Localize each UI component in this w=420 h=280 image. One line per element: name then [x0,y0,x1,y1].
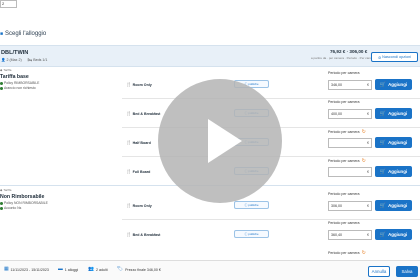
meal-label: 🍴 Room Only [126,82,152,87]
period-label: Periodo per camera [328,71,360,75]
bed-icon: ▬ [58,267,63,272]
fork-knife-icon: 🍴 [126,111,132,116]
fork-knife-icon: 🍴 [126,169,132,174]
refresh-icon[interactable]: ↻ [362,158,366,164]
price-input[interactable]: € [328,138,372,148]
room-header: DBL/TWIN 👤 2 (Max 2) 🛏 Beds 1/1 76,92 € · … [0,45,420,67]
capacity: 👤 2 (Max 2) [1,58,22,62]
cart-icon: 🛒 [379,110,387,117]
board-row: Periodo per camera ↻ [0,249,420,260]
info-icon: ⓘ [244,232,248,236]
meal-label: 🍴 Bed & Breakfast [126,111,161,116]
guests-chip: 👥 2 adulti [88,267,108,272]
fork-knife-icon: 🍴 [126,82,132,87]
fork-knife-icon: 🍴 [126,203,132,208]
currency-symbol: € [367,170,369,174]
section-title-label: Scegli l'alloggio [5,31,47,37]
price-input[interactable]: 306,00 € [328,201,372,211]
price-chip: 🏷 Prezzo finale 346,00 € [117,267,161,272]
eye-off-icon: ⊘ [377,55,382,60]
period-label: Periodo per camera ↻ [328,250,366,256]
room-price-total: 76,92 € · 306,00 € [330,49,368,54]
room-meta: 👤 2 (Max 2) 🛏 Beds 1/1 [1,58,47,62]
refresh-icon[interactable]: ↻ [362,250,366,256]
period-label: Periodo per camera [328,100,360,104]
price-input[interactable]: 400,00 € [328,109,372,119]
calendar-icon: ▦ [4,267,9,272]
bed-icon: 🛏 [27,58,33,62]
cancel-button[interactable]: Annulla [368,266,390,277]
save-button[interactable]: Salva [396,266,418,277]
period-label: Periodo per camera ↻ [328,158,366,164]
refresh-icon[interactable]: ↻ [362,129,366,135]
meal-label: 🍴 Full Board [126,169,151,174]
cart-icon: 🛒 [379,139,387,146]
add-button[interactable]: 🛒 Aggiungi [375,79,412,90]
price-input[interactable]: € [328,167,372,177]
board-row: 🍴Bed & Breakfast ⓘpolitiche Periodo per … [0,220,420,249]
period-label: Periodo per camera ↻ [328,129,366,135]
cart-icon: 🛒 [379,168,387,175]
people-icon: 👥 [88,267,94,272]
currency-symbol: € [367,233,369,237]
footer-bar: ▦ 11/11/2023 - 15/11/2023 ▬ 1 alloggi 👥 2 a… [0,260,420,280]
play-icon [208,119,242,163]
price-input[interactable]: 360,40 € [328,230,372,240]
policy-button[interactable]: ⓘpolitiche [234,230,269,238]
price-tag-icon: 🏷 [117,267,124,272]
add-button[interactable]: 🛒 Aggiungi [375,166,412,177]
add-button[interactable]: 🛒 Aggiungi [375,229,412,240]
section-title: ■ Scegli l'alloggio [0,30,46,38]
fork-knife-icon: 🍴 [126,140,132,145]
period-label: Periodo per camera [328,221,360,225]
currency-symbol: € [367,204,369,208]
currency-symbol: € [367,112,369,116]
play-button[interactable] [158,79,282,203]
dates-chip: ▦ 11/11/2023 - 15/11/2023 [4,267,49,272]
quantity-input[interactable]: 2 [0,0,17,8]
currency-symbol: € [367,141,369,145]
rooms-chip: ▬ 1 alloggi [58,267,79,272]
meal-label: 🍴 Half Board [126,140,151,145]
add-button[interactable]: 🛒 Aggiungi [375,137,412,148]
cart-icon: 🛒 [379,81,387,88]
meal-label: 🍴 Room Only [126,203,152,208]
price-input[interactable]: 346,00 € [328,80,372,90]
room-name: DBL/TWIN [1,50,29,56]
currency-symbol: € [367,83,369,87]
add-button[interactable]: 🛒 Aggiungi [375,108,412,119]
period-label: Periodo per camera [328,192,360,196]
policy-button[interactable]: ⓘpolitiche [234,201,269,209]
info-icon: ⓘ [244,203,248,207]
chevron-icon: ■ [0,31,4,37]
hide-options-button[interactable]: ⊘ Nascondi opzioni [371,52,418,62]
fork-knife-icon: 🍴 [126,232,132,237]
cart-icon: 🛒 [379,202,387,209]
add-button[interactable]: 🛒 Aggiungi [375,200,412,211]
meal-label: 🍴 Bed & Breakfast [126,232,161,237]
cart-icon: 🛒 [379,231,387,238]
bed-info: 🛏 Beds 1/1 [27,58,48,62]
person-icon: 👤 [1,58,6,62]
